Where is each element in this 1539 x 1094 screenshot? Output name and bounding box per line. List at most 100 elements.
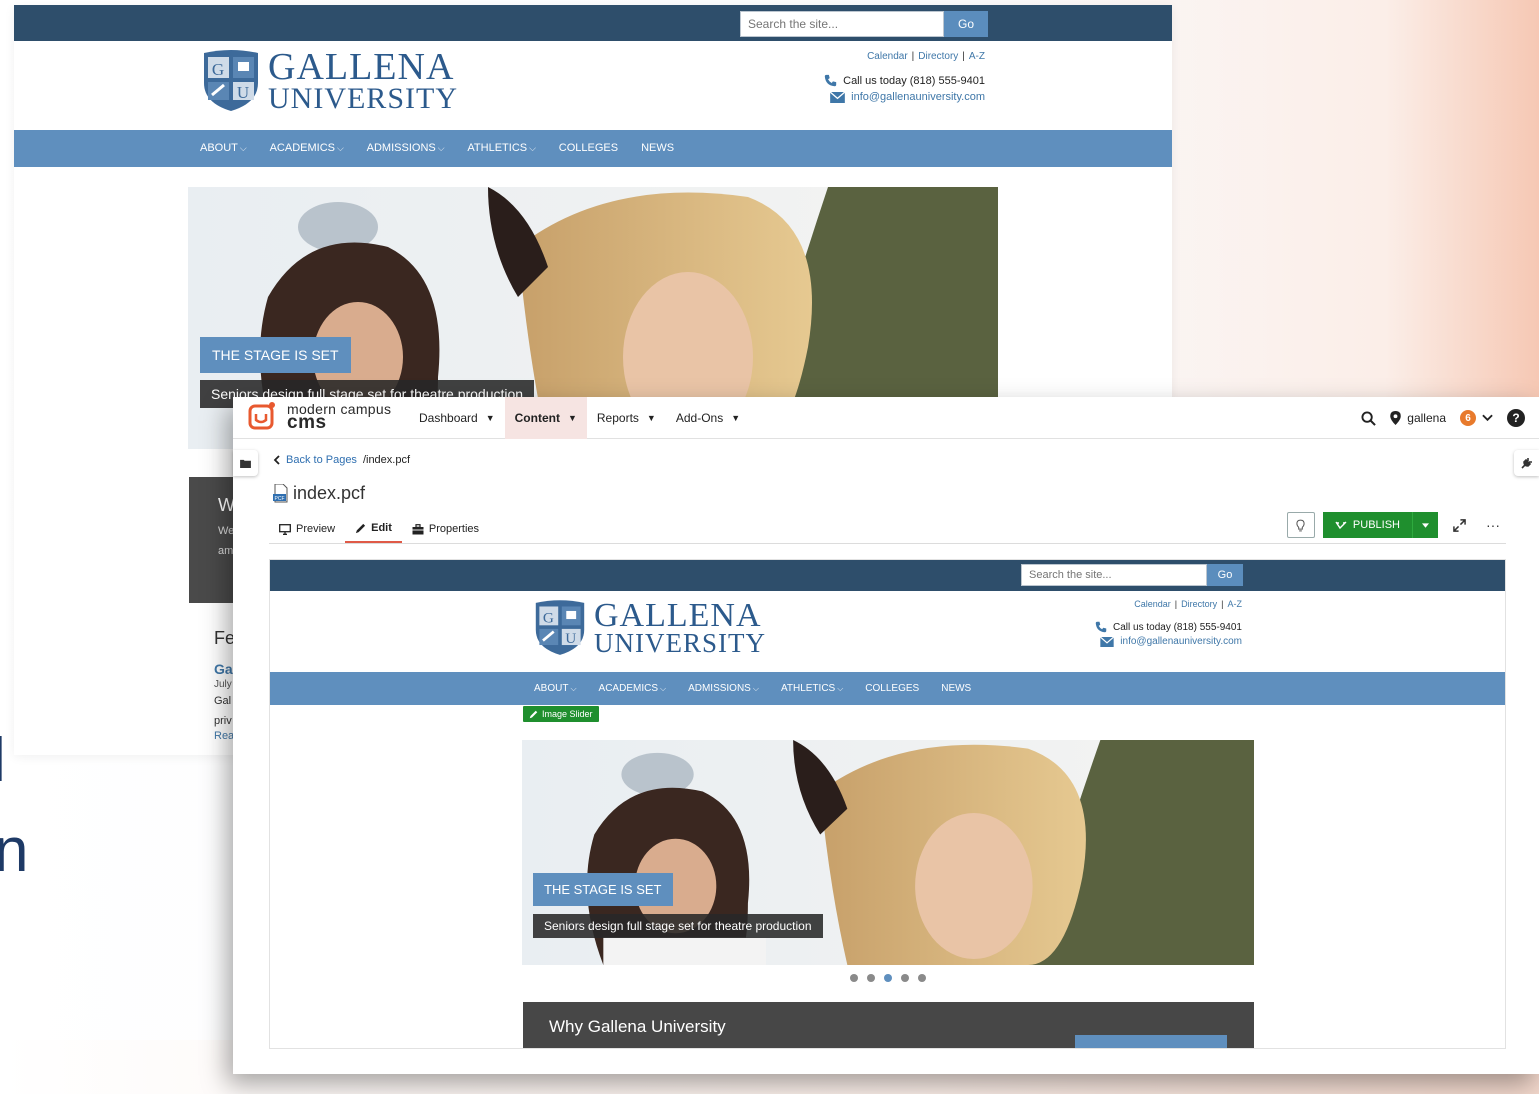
- chevron-down-icon: ⌵: [336, 143, 344, 153]
- nav-admissions[interactable]: ADMISSIONS ⌵: [367, 142, 445, 154]
- breadcrumb: Back to Pages /index.pcf: [273, 454, 410, 466]
- chevron-down-icon: ⌵: [659, 684, 667, 693]
- nav-about[interactable]: ABOUT ⌵: [200, 142, 247, 154]
- nav-label: NEWS: [641, 142, 675, 154]
- site-selector[interactable]: gallena: [1390, 411, 1446, 425]
- site-search-button[interactable]: Go: [1207, 564, 1243, 586]
- a-z-link[interactable]: A-Z: [969, 51, 985, 62]
- gadgets-toggle[interactable]: [1514, 450, 1539, 476]
- hero-slider[interactable]: THE STAGE IS SET Seniors design full sta…: [522, 740, 1254, 965]
- envelope-icon: [1100, 636, 1115, 647]
- notifications-menu[interactable]: 6: [1460, 410, 1493, 426]
- separator: |: [1174, 599, 1178, 609]
- publish-options-toggle[interactable]: [1412, 512, 1438, 538]
- slider-dot[interactable]: [901, 974, 909, 982]
- cms-main-menu: Dashboard ▼ Content ▼ Reports ▼ Add-Ons ▼: [409, 397, 750, 439]
- tab-edit[interactable]: Edit: [345, 515, 402, 543]
- page-edit-preview: Go G U GALLENA UNIVERSITY: [269, 559, 1506, 1049]
- tab-preview[interactable]: Preview: [269, 515, 345, 543]
- menu-add-ons[interactable]: Add-Ons ▼: [666, 397, 750, 439]
- directory-link[interactable]: Directory: [1181, 599, 1217, 609]
- more-options-button[interactable]: ···: [1480, 512, 1506, 538]
- utility-area: Calendar | Directory | A-Z Call us today (81…: [1095, 599, 1242, 647]
- why-cta-button[interactable]: [1075, 1035, 1227, 1048]
- svg-text:U: U: [237, 83, 249, 102]
- file-name: index.pcf: [293, 483, 366, 503]
- site-search-input[interactable]: [1021, 564, 1207, 586]
- email-link[interactable]: info@gallenauniversity.com: [1120, 636, 1242, 647]
- page-path: /index.pcf: [362, 454, 411, 466]
- search-icon[interactable]: [1361, 410, 1377, 426]
- site-logo[interactable]: G U GALLENA UNIVERSITY: [202, 48, 458, 115]
- nav-label: ATHLETICS: [467, 142, 528, 154]
- svg-text:G: G: [212, 60, 224, 79]
- site-main-nav: ABOUT ⌵ ACADEMICS ⌵ ADMISSIONS ⌵ ATHLETICS ⌵…: [14, 130, 1172, 167]
- nav-athletics[interactable]: ATHLETICS ⌵: [467, 142, 535, 154]
- back-to-pages-link[interactable]: Back to Pages: [286, 454, 357, 466]
- directory-link[interactable]: Directory: [918, 51, 958, 62]
- calendar-link[interactable]: Calendar: [867, 51, 908, 62]
- expand-icon: [1452, 518, 1466, 532]
- menu-reports[interactable]: Reports ▼: [587, 397, 666, 439]
- nav-athletics[interactable]: ATHLETICS ⌵: [781, 683, 843, 694]
- email-link[interactable]: info@gallenauniversity.com: [851, 91, 985, 103]
- chevron-down-icon: ⌵: [529, 143, 536, 153]
- chevron-down-icon: ⌵: [837, 684, 844, 693]
- menu-content[interactable]: Content ▼: [504, 397, 587, 439]
- menu-dashboard[interactable]: Dashboard ▼: [409, 397, 505, 439]
- edit-image-slider-button[interactable]: Image Slider: [523, 706, 599, 722]
- suggestions-button[interactable]: [1286, 512, 1315, 538]
- slider-dot[interactable]: [867, 974, 875, 982]
- nav-colleges[interactable]: COLLEGES: [865, 683, 919, 694]
- logo-word-2: UNIVERSITY: [268, 81, 458, 115]
- email-row: info@gallenauniversity.com: [824, 91, 985, 103]
- slider-dot-active[interactable]: [884, 974, 892, 982]
- file-badge-text: PCF: [275, 496, 285, 502]
- why-title: Why Gallena University: [549, 1017, 726, 1036]
- a-z-link[interactable]: A-Z: [1228, 599, 1243, 609]
- publish-button[interactable]: PUBLISH: [1323, 512, 1412, 538]
- svg-text:U: U: [565, 630, 576, 647]
- nav-label: ADMISSIONS: [366, 142, 436, 154]
- nav-academics[interactable]: ACADEMICS ⌵: [599, 683, 667, 694]
- chevron-down-icon: ▼: [646, 413, 656, 423]
- slide-title[interactable]: THE STAGE IS SET: [200, 337, 351, 373]
- help-icon[interactable]: ?: [1507, 409, 1525, 427]
- menu-label: Add-Ons: [675, 411, 724, 425]
- nav-academics[interactable]: ACADEMICS ⌵: [270, 142, 344, 154]
- section-text-fragment: am: [218, 545, 234, 557]
- slider-dot[interactable]: [918, 974, 926, 982]
- phone-row: Call us today (818) 555-9401: [1095, 621, 1242, 633]
- separator: |: [962, 51, 965, 62]
- file-navigator-toggle[interactable]: [233, 450, 258, 476]
- news-title-fragment[interactable]: Ga: [214, 661, 235, 677]
- pcf-file-icon: PCF: [273, 484, 288, 503]
- nav-colleges[interactable]: COLLEGES: [559, 142, 618, 154]
- site-top-bar: Go: [14, 5, 1172, 41]
- slider-dot[interactable]: [850, 974, 858, 982]
- read-more-fragment[interactable]: Rea: [214, 730, 235, 742]
- section-text-fragment: We: [218, 525, 235, 537]
- calendar-link[interactable]: Calendar: [1134, 599, 1171, 609]
- nav-admissions[interactable]: ADMISSIONS ⌵: [688, 683, 759, 694]
- chevron-down-icon: ⌵: [437, 143, 445, 153]
- nav-about[interactable]: ABOUT ⌵: [534, 683, 577, 694]
- logo-wordmark: GALLENA UNIVERSITY: [268, 48, 458, 115]
- modern-campus-logo[interactable]: modern campus cms: [247, 401, 391, 432]
- tab-label: Preview: [296, 523, 336, 535]
- tab-properties[interactable]: Properties: [402, 515, 489, 543]
- nav-news[interactable]: NEWS: [641, 142, 674, 154]
- chevron-left-icon: [273, 455, 280, 465]
- site-search-input[interactable]: [740, 11, 944, 37]
- site-logo[interactable]: G U GALLENA UNIVERSITY: [534, 598, 766, 657]
- slide-title[interactable]: THE STAGE IS SET: [533, 873, 673, 906]
- expand-button[interactable]: [1446, 512, 1472, 538]
- site-search-button[interactable]: Go: [944, 11, 988, 37]
- nav-news[interactable]: NEWS: [941, 683, 971, 694]
- chevron-down-icon: ⌵: [570, 684, 577, 693]
- site-name: gallena: [1407, 411, 1446, 425]
- tab-label: Properties: [428, 523, 480, 535]
- pencil-icon: [356, 523, 366, 533]
- chevron-down-icon: [1482, 414, 1493, 422]
- site-search: Go: [740, 11, 988, 37]
